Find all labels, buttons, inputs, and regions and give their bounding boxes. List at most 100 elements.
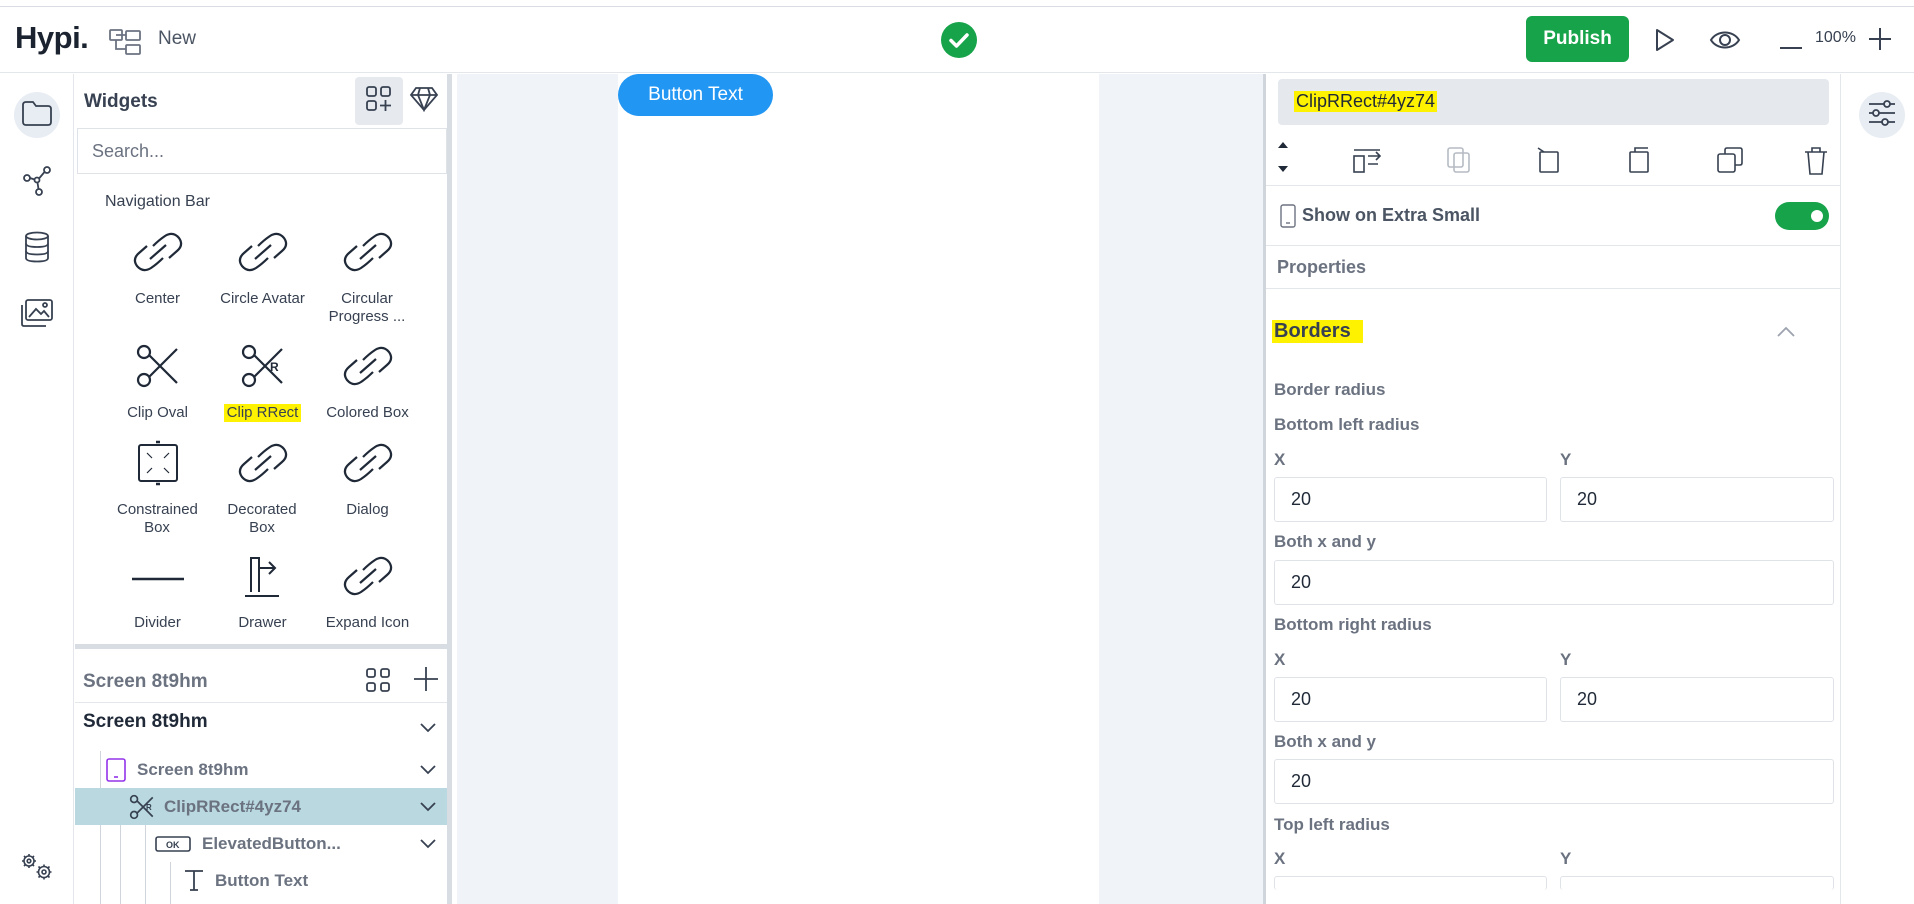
scissors-r-icon: R xyxy=(129,794,155,825)
play-icon[interactable] xyxy=(1653,27,1677,58)
move-up-down-icon[interactable] xyxy=(1276,140,1290,179)
sliders-icon xyxy=(1867,99,1897,132)
phone-screen-icon xyxy=(106,758,126,787)
widget-circle-avatar[interactable]: Circle Avatar xyxy=(210,224,315,308)
rail-workflow-button[interactable] xyxy=(14,160,60,206)
bottom-left-x-input[interactable] xyxy=(1274,477,1547,522)
folder-tree-icon[interactable] xyxy=(108,27,142,62)
widget-decorated-box[interactable]: Decorated Box xyxy=(210,435,315,537)
widget-colored-box[interactable]: Colored Box xyxy=(315,338,420,422)
design-canvas[interactable]: Button Text xyxy=(457,74,1263,904)
chevron-down-icon[interactable] xyxy=(420,836,436,854)
bottom-right-both-input[interactable] xyxy=(1274,759,1834,804)
tree-row-elevated-button[interactable]: OK ElevatedButton... xyxy=(75,825,447,862)
chevron-up-icon[interactable] xyxy=(1777,324,1795,342)
duplicate-widget-icon[interactable] xyxy=(1716,146,1744,179)
scissors-r-icon: R xyxy=(240,343,286,394)
bottom-left-radius-label: Bottom left radius xyxy=(1274,415,1420,434)
widget-clip-rrect[interactable]: R Clip RRect xyxy=(210,338,315,422)
top-left-y-input[interactable] xyxy=(1560,876,1834,890)
rail-settings-button[interactable] xyxy=(14,846,60,892)
chevron-down-icon[interactable] xyxy=(420,720,436,738)
zoom-in-icon[interactable] xyxy=(1869,28,1891,55)
widget-divider[interactable]: Divider xyxy=(105,548,210,632)
tree-separator xyxy=(75,702,447,703)
tree-root-screen[interactable]: Screen 8t9hm xyxy=(83,711,208,733)
borders-section-title[interactable]: Borders xyxy=(1272,320,1363,343)
link-icon xyxy=(341,556,395,601)
widget-circular-progress[interactable]: Circular Progress ... xyxy=(315,224,420,326)
widget-expand-icon[interactable]: Expand Icon xyxy=(315,548,420,632)
paste-widget-icon[interactable] xyxy=(1626,146,1652,179)
widgets-panel-title: Widgets xyxy=(84,91,158,112)
bottom-right-y-label: Y xyxy=(1560,650,1572,669)
bottom-left-both-label: Both x and y xyxy=(1274,532,1377,551)
divider-line-icon xyxy=(131,569,185,587)
text-t-icon xyxy=(183,869,205,896)
show-on-extra-small-toggle[interactable] xyxy=(1775,202,1829,230)
bottom-right-x-input[interactable] xyxy=(1274,677,1547,722)
widget-center[interactable]: Center xyxy=(105,224,210,308)
widget-drawer[interactable]: Drawer xyxy=(210,548,315,632)
folder-icon xyxy=(21,99,53,132)
rail-files-button[interactable] xyxy=(14,92,60,138)
rail-media-button[interactable] xyxy=(14,292,60,338)
widget-dialog[interactable]: Dialog xyxy=(315,435,420,519)
widget-search-input[interactable] xyxy=(77,128,447,174)
screen-tree-header: Screen 8t9hm xyxy=(83,671,208,692)
bottom-left-both-input[interactable] xyxy=(1274,560,1834,605)
svg-text:OK: OK xyxy=(166,840,180,850)
project-name[interactable]: New xyxy=(158,28,196,50)
properties-separator xyxy=(1266,288,1841,289)
widget-constrained-box[interactable]: Constrained Box xyxy=(105,435,210,537)
chevron-down-icon[interactable] xyxy=(420,799,436,817)
add-screen-icon[interactable] xyxy=(414,667,438,696)
border-radius-label: Border radius xyxy=(1274,380,1386,399)
zoom-level: 100% xyxy=(1815,29,1856,46)
widgets-tab-button[interactable] xyxy=(355,77,403,125)
widgets-panel: Widgets Navigation Bar Center Circle Ava… xyxy=(75,74,452,644)
publish-button[interactable]: Publish xyxy=(1526,16,1629,62)
bottom-left-y-input[interactable] xyxy=(1560,477,1834,522)
premium-widgets-gem-icon[interactable] xyxy=(409,86,439,117)
ok-button-icon: OK xyxy=(155,836,191,857)
link-icon xyxy=(341,232,395,277)
image-gallery-icon xyxy=(20,298,54,333)
mobile-phone-icon xyxy=(1280,204,1296,233)
app-logo: Hypi. xyxy=(15,20,89,55)
tree-row-button-text[interactable]: Button Text xyxy=(75,862,447,899)
device-frame[interactable] xyxy=(618,74,1099,904)
bottom-left-y-label: Y xyxy=(1560,450,1572,469)
tree-row-cliprrect[interactable]: R ClipRRect#4yz74 xyxy=(75,788,447,825)
link-icon xyxy=(131,232,185,277)
gears-icon xyxy=(19,851,55,888)
rail-database-button[interactable] xyxy=(14,226,60,272)
eye-preview-icon[interactable] xyxy=(1709,27,1741,58)
zoom-out-icon[interactable] xyxy=(1780,37,1802,55)
properties-settings-button[interactable] xyxy=(1859,92,1905,138)
grid-view-icon[interactable] xyxy=(365,667,391,698)
bottom-right-y-input[interactable] xyxy=(1560,677,1834,722)
wrap-widget-icon[interactable] xyxy=(1352,146,1382,179)
cut-widget-icon[interactable] xyxy=(1536,146,1562,179)
top-left-x-label: X xyxy=(1274,849,1286,868)
widget-nav-bar[interactable]: Navigation Bar xyxy=(105,193,210,211)
right-rail xyxy=(1842,74,1914,904)
screen-tree-panel: Screen 8t9hm Screen 8t9hm Screen 8t9hm R… xyxy=(75,644,452,904)
grid-add-icon xyxy=(365,85,393,118)
link-icon xyxy=(236,443,290,488)
scissors-icon xyxy=(135,343,181,394)
properties-panel: ClipRRect#4yz74 Show on Extra Small Prop… xyxy=(1266,74,1841,904)
widget-clip-oval[interactable]: Clip Oval xyxy=(105,338,210,422)
canvas-elevated-button[interactable]: Button Text xyxy=(618,74,773,116)
copy-disabled-icon xyxy=(1446,146,1472,179)
tree-row-screen[interactable]: Screen 8t9hm xyxy=(75,751,447,788)
show-on-extra-small-row: Show on Extra Small xyxy=(1266,186,1841,246)
bottom-right-x-label: X xyxy=(1274,650,1286,669)
top-left-x-input[interactable] xyxy=(1274,876,1547,890)
svg-text:R: R xyxy=(146,803,152,812)
delete-trash-icon[interactable] xyxy=(1803,146,1829,181)
chevron-down-icon[interactable] xyxy=(420,762,436,780)
saved-status-check-icon xyxy=(941,22,977,58)
selected-widget-name[interactable]: ClipRRect#4yz74 xyxy=(1278,79,1829,125)
